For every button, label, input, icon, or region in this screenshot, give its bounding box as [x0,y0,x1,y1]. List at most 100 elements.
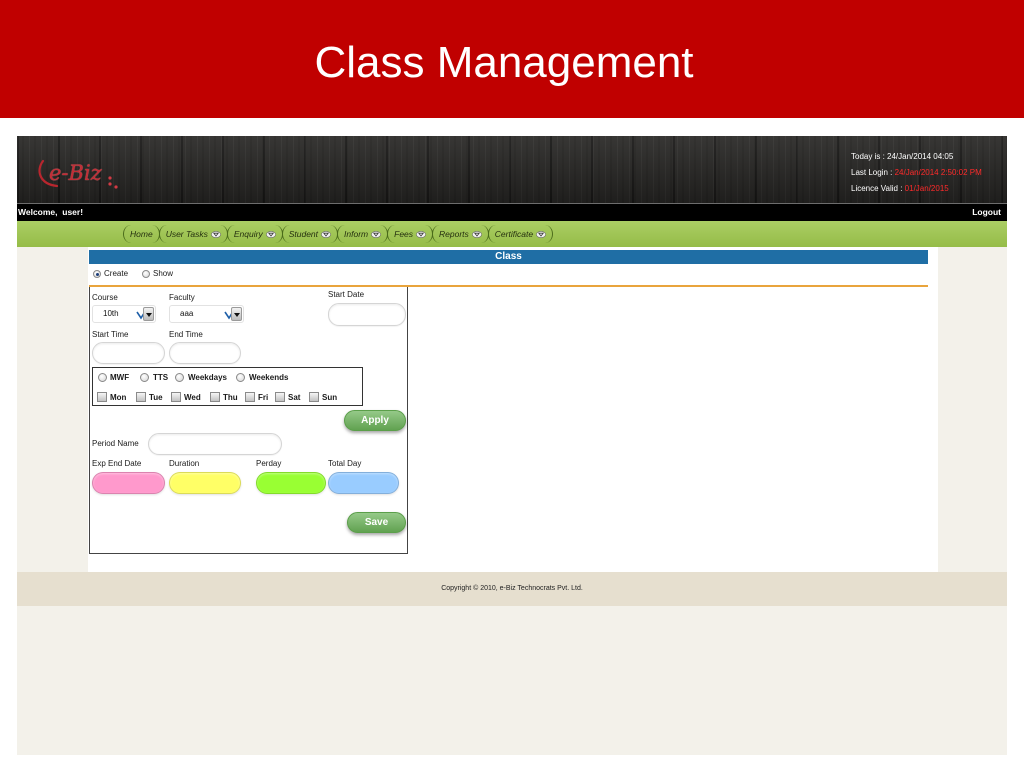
total-day-input[interactable] [328,472,399,494]
section-divider [89,285,928,287]
sun-label: Sun [322,393,338,402]
course-label: Course [92,293,118,302]
today-line: Today is : 24/Jan/2014 04:05 [851,149,982,165]
main-content: Class Create Show Course Faculty Start D… [17,247,1007,572]
main-nav: Home User Tasks Enquiry Student Inform F… [17,221,1007,247]
slide-banner: Class Management [0,0,1024,118]
chevron-down-icon [143,307,154,321]
nav-item-label: Student [288,229,319,239]
chevron-down-icon [321,230,331,238]
end-time-label: End Time [169,330,203,339]
wed-label: Wed [184,393,201,402]
faculty-label: Faculty [169,293,195,302]
perday-label: Perday [256,459,282,468]
chevron-down-icon [371,230,382,238]
period-name-label: Period Name [92,439,139,448]
app-header: e-Biz Today is : 24/Jan/2014 04:05 Last … [17,136,1007,203]
logo-text: e-Biz [49,161,102,185]
footer: Copyright © 2010, e-Biz Technocrats Pvt.… [17,572,1007,606]
mwf-radio[interactable] [98,373,107,382]
chevron-down-icon [536,230,546,238]
weekdays-radio[interactable] [175,373,184,382]
nav-item-fees[interactable]: Fees [387,225,434,243]
thu-checkbox[interactable] [210,392,220,402]
thu-label: Thu [223,393,238,402]
nav-item-label: Enquiry [233,229,263,239]
nav-item-user-tasks[interactable]: User Tasks [158,225,228,243]
copyright-text: Copyright © 2010, e-Biz Technocrats Pvt.… [441,585,583,592]
today-label: Today is : [851,152,888,161]
nav-item-label: Fees [394,229,414,239]
start-date-input[interactable] [328,303,406,326]
nav-item-enquiry[interactable]: Enquiry [226,225,283,243]
logo-dots-icon [108,176,118,189]
course-select[interactable]: 10th [92,305,156,323]
chevron-down-icon [265,230,276,238]
sun-checkbox[interactable] [309,392,319,402]
tts-label: TTS [153,373,169,382]
start-date-label: Start Date [328,290,365,299]
nav-item-label: User Tasks [165,229,208,239]
create-radio-label: Create [104,269,129,278]
show-radio[interactable] [142,270,150,278]
duration-input[interactable] [169,472,241,494]
faculty-select[interactable]: aaa [169,305,244,323]
chevron-down-icon [210,230,221,238]
logout-link[interactable]: Logout [972,204,1001,220]
weekends-label: Weekends [249,373,289,382]
sat-checkbox[interactable] [275,392,285,402]
weekdays-label: Weekdays [188,373,227,382]
panel-title: Class [89,250,928,264]
chevron-down-icon [231,307,242,321]
today-value: 24/Jan/2014 04:05 [887,152,954,161]
logo: e-Biz [37,156,127,196]
last-login-value: 24/Jan/2014 2:50:02 PM [894,168,982,177]
nav-item-label: Home [130,229,153,239]
nav-item-home[interactable]: Home [123,225,160,243]
duration-label: Duration [169,459,200,468]
last-login-line: Last Login : 24/Jan/2014 2:50:02 PM [851,165,982,181]
session-info: Today is : 24/Jan/2014 04:05 Last Login … [851,149,982,197]
sat-label: Sat [288,393,301,402]
chevron-down-icon [471,230,482,238]
chevron-down-icon [416,230,426,238]
class-form: Course Faculty Start Date 10th aaa Start… [89,286,408,554]
nav-item-label: Reports [439,229,469,239]
slide-title: Class Management [314,38,694,87]
content-panel: Class Create Show Course Faculty Start D… [88,247,938,572]
tts-radio[interactable] [140,373,149,382]
fri-label: Fri [258,393,269,402]
tue-checkbox[interactable] [136,392,146,402]
nav-item-label: Certificate [494,229,534,239]
nav-item-label: Inform [344,229,369,239]
tue-label: Tue [149,393,163,402]
end-time-input[interactable] [169,342,241,364]
apply-button[interactable]: Apply [344,410,406,431]
day-selection-box: MWF TTS Weekdays Weekends Mon Tue Wed Th… [92,367,363,406]
exp-end-date-input[interactable] [92,472,165,494]
mwf-label: MWF [110,373,130,382]
welcome-text: Welcome, user! [18,207,84,217]
fri-checkbox[interactable] [245,392,255,402]
show-radio-label: Show [153,269,174,278]
licence-line: Licence Valid : 01/Jan/2015 [851,181,982,197]
start-time-input[interactable] [92,342,165,364]
period-name-input[interactable] [148,433,282,455]
mon-checkbox[interactable] [97,392,107,402]
exp-end-date-label: Exp End Date [92,459,142,468]
create-radio[interactable] [93,270,101,278]
page-bottom-area [17,606,1007,755]
nav-item-reports[interactable]: Reports [432,225,489,243]
weekends-radio[interactable] [236,373,245,382]
perday-input[interactable] [256,472,326,494]
course-select-value: 10th [103,309,119,318]
last-login-label: Last Login : [851,168,895,177]
wed-checkbox[interactable] [171,392,181,402]
nav-item-student[interactable]: Student [281,225,339,243]
mon-label: Mon [110,393,127,402]
nav-item-inform[interactable]: Inform [337,225,389,243]
nav-item-certificate[interactable]: Certificate [487,225,554,243]
licence-label: Licence Valid : [851,184,905,193]
save-button[interactable]: Save [347,512,406,533]
app-window: e-Biz Today is : 24/Jan/2014 04:05 Last … [17,136,1007,755]
